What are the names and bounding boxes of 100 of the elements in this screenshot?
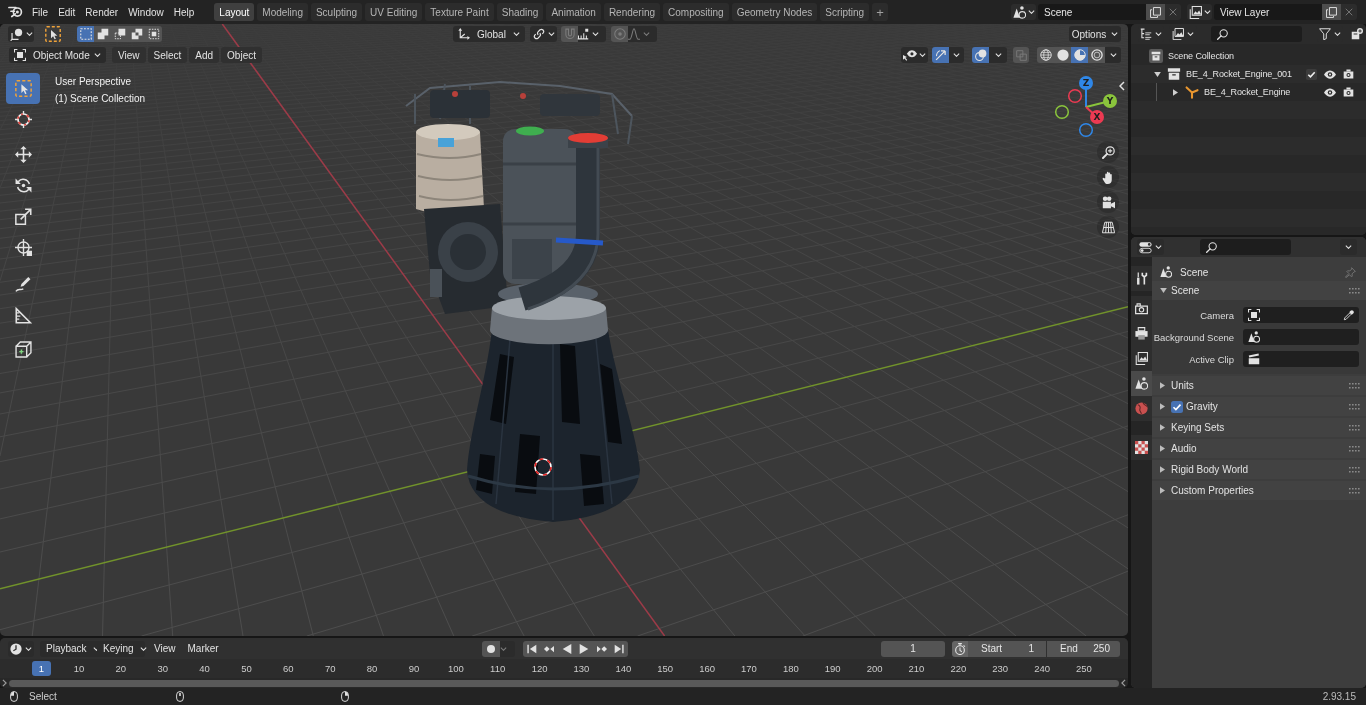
search-field[interactable] (1211, 26, 1302, 42)
drag-handle-icon[interactable] (1349, 424, 1360, 431)
disclosure-triangle-icon[interactable] (1160, 382, 1165, 389)
select-box-icon[interactable] (44, 26, 62, 42)
outliner-item[interactable]: Scene Collection (1168, 51, 1234, 61)
properties-tab[interactable] (1131, 296, 1152, 321)
orientation-dropdown[interactable]: Global (453, 26, 525, 42)
workspace-tab[interactable]: Rendering (603, 3, 661, 21)
scrollbar[interactable] (9, 679, 1119, 687)
gizmo-toggle[interactable] (932, 47, 949, 63)
disclosure-triangle-icon[interactable] (1173, 88, 1178, 96)
proportional-toggle[interactable] (611, 26, 628, 42)
panel-header[interactable]: Gravity (1152, 397, 1366, 416)
outliner-item[interactable]: BE_4_Rocket_Engine_001 (1186, 69, 1292, 79)
camera-view-button[interactable] (1097, 191, 1119, 213)
workspace-tab[interactable]: Sculpting (310, 3, 363, 21)
drag-handle-icon[interactable] (1349, 445, 1360, 452)
shading-button[interactable] (1037, 47, 1054, 63)
panel-header[interactable]: Scene (1152, 281, 1366, 300)
dropdown-button[interactable] (949, 47, 964, 63)
drag-handle-icon[interactable] (1349, 403, 1360, 410)
menu-item[interactable]: Object (221, 47, 262, 63)
drag-handle-icon[interactable] (1349, 487, 1360, 494)
jump-end-button[interactable] (610, 640, 628, 657)
disclosure-triangle-icon[interactable] (1160, 466, 1165, 473)
selector-field[interactable] (1243, 351, 1359, 367)
workspace-tab[interactable]: UV Editing (365, 3, 423, 21)
dropdown-button[interactable] (1340, 239, 1357, 255)
panel-header[interactable]: Keying Sets (1152, 418, 1366, 437)
chevron-right-icon[interactable] (2, 679, 7, 687)
workspace-tab[interactable]: Shading (496, 3, 544, 21)
panel-header[interactable]: Custom Properties (1152, 481, 1366, 500)
editor-type-button[interactable] (8, 26, 34, 42)
camera-icon[interactable] (1343, 87, 1354, 97)
disclosure-triangle-icon[interactable] (1160, 288, 1167, 293)
properties-tab[interactable] (1131, 346, 1152, 371)
menu-item[interactable]: Marker (181, 640, 225, 657)
falloff-dropdown[interactable] (628, 26, 657, 42)
workspace-tab[interactable]: Scripting (820, 3, 870, 21)
checkbox[interactable] (1306, 68, 1317, 80)
dropdown-menu[interactable]: Playback (40, 640, 97, 657)
selector-field[interactable] (1243, 329, 1359, 345)
negative-axis-handle[interactable] (1078, 122, 1094, 138)
play-button[interactable] (575, 640, 593, 657)
menu-item[interactable]: Help (168, 3, 200, 21)
name-field[interactable]: View Layer (1214, 4, 1322, 20)
start-frame-field[interactable]: Start 1 (968, 640, 1046, 657)
camera-icon[interactable] (1343, 69, 1354, 79)
frame-ruler[interactable]: 1 10 20 30 40 50 60 70 80 90 100 110 120 130 140 150 160 170 180 190 200 210 220 230 240 250 (0, 659, 1128, 678)
selector-field[interactable] (1243, 307, 1359, 323)
panel-header[interactable]: Audio (1152, 439, 1366, 458)
menu-item[interactable]: Window (123, 3, 169, 21)
end-frame-field[interactable]: End 250 (1047, 640, 1120, 657)
panel-header[interactable]: Rigid Body World (1152, 460, 1366, 479)
properties-tab[interactable] (1131, 371, 1152, 396)
disclosure-triangle-icon[interactable] (1160, 424, 1165, 431)
shading-button[interactable] (1088, 47, 1105, 63)
negative-axis-handle[interactable] (1067, 88, 1083, 104)
select-mode-button[interactable] (145, 26, 162, 42)
workspace-tab[interactable]: Texture Paint (425, 3, 494, 21)
disclosure-triangle-icon[interactable] (1154, 71, 1161, 77)
xray-toggle[interactable] (1013, 47, 1029, 63)
shading-button[interactable] (1054, 47, 1071, 63)
workspace-tab[interactable]: Modeling (257, 3, 308, 21)
zoom-button[interactable] (1097, 141, 1119, 163)
name-field[interactable]: Scene (1038, 4, 1146, 20)
keyframe-forward-button[interactable] (592, 640, 611, 657)
copy-button[interactable] (1322, 4, 1341, 20)
jump-start-button[interactable] (523, 640, 541, 657)
add-workspace-button[interactable]: + (872, 3, 888, 21)
negative-axis-handle[interactable] (1054, 104, 1070, 120)
menu-item[interactable]: View (112, 47, 146, 63)
snap-toggle[interactable] (561, 26, 578, 42)
remove-button[interactable] (1341, 4, 1357, 20)
eye-icon[interactable] (1324, 69, 1336, 79)
browse-button[interactable] (1011, 4, 1036, 20)
menu-item[interactable]: File (27, 3, 54, 21)
eyedropper-icon[interactable] (1343, 309, 1354, 321)
new-collection-button[interactable] (1350, 26, 1364, 42)
workspace-tab[interactable]: Animation (546, 3, 601, 21)
outliner-item[interactable]: BE_4_Rocket_Engine (1204, 87, 1291, 97)
dropdown-button[interactable] (1105, 47, 1121, 63)
menu-item[interactable]: Select (147, 47, 188, 63)
dropdown-button[interactable] (989, 47, 1007, 63)
properties-tab[interactable] (1131, 266, 1152, 291)
visibility-dropdown[interactable] (901, 47, 928, 63)
copy-button[interactable] (1146, 4, 1165, 20)
rocket-engine-drawing[interactable] (405, 81, 640, 522)
editor-type-button[interactable] (1137, 239, 1164, 255)
axis-handle[interactable]: Y (1085, 94, 1117, 108)
mode-dropdown[interactable]: Object Mode (9, 47, 106, 63)
menu-item[interactable]: View (148, 640, 182, 657)
drag-handle-icon[interactable] (1349, 382, 1360, 389)
search-field[interactable] (1200, 239, 1291, 255)
remove-button[interactable] (1165, 4, 1181, 20)
snap-target-dropdown[interactable] (578, 26, 606, 42)
browse-button[interactable] (1187, 4, 1212, 20)
select-mode-button[interactable] (111, 26, 128, 42)
editor-type-button[interactable] (8, 640, 34, 657)
drag-handle-icon[interactable] (1349, 287, 1360, 294)
